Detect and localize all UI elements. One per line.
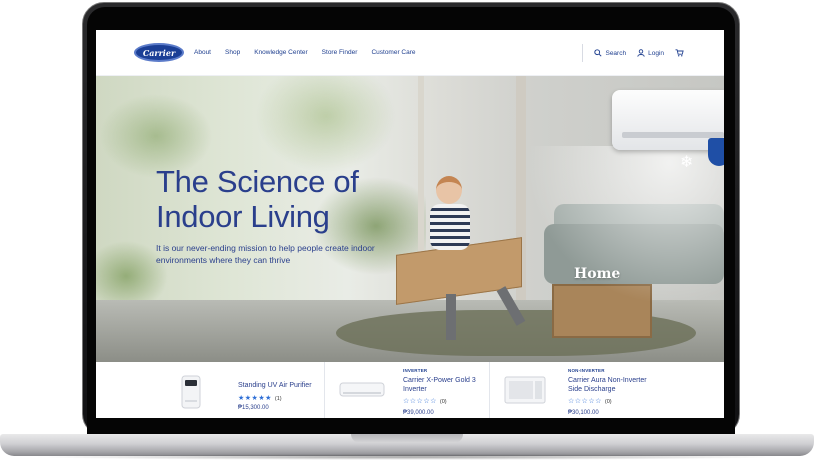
nav-actions: Search Login (582, 30, 684, 76)
laptop-shadow (30, 454, 784, 460)
product-card[interactable]: INVERTER Carrier X-Power Gold 3 Inverter… (325, 362, 490, 418)
nav-link-store-finder[interactable]: Store Finder (322, 49, 358, 56)
laptop-notch (351, 434, 463, 443)
product-tag: NON-INVERTER (568, 368, 605, 373)
review-count: (0) (439, 399, 447, 405)
ac-vent (622, 132, 724, 138)
nav-link-knowledge-center[interactable]: Knowledge Center (254, 49, 307, 56)
nav-link-customer-care[interactable]: Customer Care (371, 49, 415, 56)
product-price: ₱15,300.00 (238, 405, 269, 411)
home-sign: Home (574, 266, 621, 282)
nav-link-shop[interactable]: Shop (225, 49, 240, 56)
rating-stars: ☆☆☆☆☆ (0) (568, 397, 612, 405)
user-icon (637, 49, 645, 57)
airflow-effect (516, 146, 724, 316)
nav-link-about[interactable]: About (194, 49, 211, 56)
cart-button[interactable] (675, 49, 684, 57)
product-card[interactable]: Standing UV Air Purifier ★★★★★ (1) ₱15,30… (160, 362, 325, 418)
search-label: Search (605, 49, 627, 57)
logo-text: Carrier (142, 47, 176, 58)
hero-title-line-1: The Science of (156, 164, 359, 199)
split-ac-thumbnail (339, 382, 385, 397)
product-name: Carrier Aura Non-Inverter Side Discharge (568, 377, 647, 393)
laptop-screen: Carrier About Shop Knowledge Center Stor… (96, 30, 724, 418)
product-card[interactable]: NON-INVERTER Carrier Aura Non-Inverter S… (490, 362, 655, 418)
review-count: (0) (604, 399, 612, 405)
product-strip: Standing UV Air Purifier ★★★★★ (1) ₱15,30… (96, 362, 724, 418)
product-price: ₱39,000.00 (403, 410, 434, 416)
product-name: Carrier X-Power Gold 3 Inverter (403, 377, 476, 393)
child-leg-image (446, 294, 456, 340)
snowflake-icon: ❄ (680, 152, 694, 171)
product-price: ₱30,100.00 (568, 410, 599, 416)
rating-stars: ☆☆☆☆☆ (0) (403, 397, 447, 405)
product-tag: INVERTER (403, 368, 428, 373)
stars-icon: ☆☆☆☆☆ (568, 398, 602, 405)
rating-stars: ★★★★★ (1) (238, 394, 282, 402)
carrier-logo[interactable]: Carrier (134, 43, 184, 62)
top-navigation: Carrier About Shop Knowledge Center Stor… (96, 30, 724, 76)
stars-icon: ★★★★★ (238, 395, 272, 402)
nav-divider (582, 44, 584, 62)
window-ac-thumbnail (504, 376, 546, 404)
child-head-image (436, 176, 462, 204)
review-count: (1) (274, 396, 282, 402)
shield-badge-icon (708, 138, 724, 166)
login-label: Login (648, 49, 664, 57)
nav-links: About Shop Knowledge Center Store Finder… (194, 49, 416, 56)
hero-title: The Science of Indoor Living (156, 164, 359, 234)
child-body-image (430, 204, 470, 250)
hero-title-line-2: Indoor Living (156, 199, 330, 234)
product-name: Standing UV Air Purifier (238, 382, 312, 389)
cart-icon (675, 49, 684, 57)
search-icon (594, 49, 603, 57)
laptop-mockup: Carrier About Shop Knowledge Center Stor… (0, 0, 814, 462)
air-purifier-thumbnail (181, 375, 201, 409)
hero-banner: ❄ Home The Science of Indoor Living It i… (96, 76, 724, 362)
hero-subtitle: It is our never-ending mission to help p… (156, 243, 375, 265)
search-button[interactable]: Search (594, 49, 626, 57)
login-button[interactable]: Login (637, 49, 664, 57)
stars-icon: ☆☆☆☆☆ (403, 398, 437, 405)
